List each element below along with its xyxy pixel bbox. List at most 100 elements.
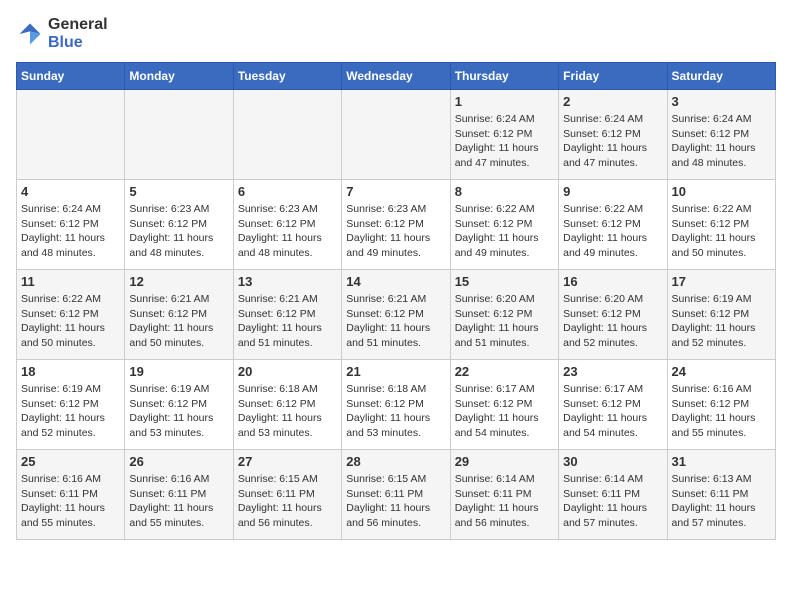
calendar-cell: 27 Sunrise: 6:15 AMSunset: 6:11 PMDayligh… bbox=[233, 450, 341, 540]
day-number: 29 bbox=[455, 454, 554, 469]
day-number: 5 bbox=[129, 184, 228, 199]
day-info: Sunrise: 6:24 AMSunset: 6:12 PMDaylight:… bbox=[672, 112, 771, 171]
day-number: 18 bbox=[21, 364, 120, 379]
page-header: General Blue bbox=[16, 16, 776, 52]
day-number: 12 bbox=[129, 274, 228, 289]
weekday-header-friday: Friday bbox=[559, 63, 667, 90]
weekday-header-sunday: Sunday bbox=[17, 63, 125, 90]
logo: General Blue bbox=[16, 16, 108, 52]
day-info: Sunrise: 6:14 AMSunset: 6:11 PMDaylight:… bbox=[563, 472, 662, 531]
calendar-week-row: 1Sunrise: 6:24 AMSunset: 6:12 PMDaylight… bbox=[17, 90, 776, 180]
day-number: 23 bbox=[563, 364, 662, 379]
calendar-cell bbox=[17, 90, 125, 180]
calendar-cell: 9 Sunrise: 6:22 AMSunset: 6:12 PMDaylight… bbox=[559, 180, 667, 270]
day-number: 30 bbox=[563, 454, 662, 469]
day-number: 3 bbox=[672, 94, 771, 109]
calendar-cell: 31Sunrise: 6:13 AMSunset: 6:11 PMDayligh… bbox=[667, 450, 775, 540]
day-number: 6 bbox=[238, 184, 337, 199]
calendar-week-row: 18 Sunrise: 6:19 AMSunset: 6:12 PMDayligh… bbox=[17, 360, 776, 450]
day-info: Sunrise: 6:21 AMSunset: 6:12 PMDaylight:… bbox=[346, 292, 445, 351]
day-info: Sunrise: 6:21 AMSunset: 6:12 PMDaylight:… bbox=[238, 292, 337, 351]
day-info: Sunrise: 6:22 AMSunset: 6:12 PMDaylight:… bbox=[563, 202, 662, 261]
calendar-week-row: 25 Sunrise: 6:16 AMSunset: 6:11 PMDayligh… bbox=[17, 450, 776, 540]
calendar-header: SundayMondayTuesdayWednesdayThursdayFrid… bbox=[17, 63, 776, 90]
calendar-cell: 7Sunrise: 6:23 AMSunset: 6:12 PMDaylight… bbox=[342, 180, 450, 270]
day-info: Sunrise: 6:16 AMSunset: 6:11 PMDaylight:… bbox=[21, 472, 120, 531]
calendar-cell: 3 Sunrise: 6:24 AMSunset: 6:12 PMDaylight… bbox=[667, 90, 775, 180]
calendar-cell: 18 Sunrise: 6:19 AMSunset: 6:12 PMDayligh… bbox=[17, 360, 125, 450]
calendar-cell: 30 Sunrise: 6:14 AMSunset: 6:11 PMDayligh… bbox=[559, 450, 667, 540]
calendar-cell: 6 Sunrise: 6:23 AMSunset: 6:12 PMDaylight… bbox=[233, 180, 341, 270]
day-info: Sunrise: 6:17 AMSunset: 6:12 PMDaylight:… bbox=[455, 382, 554, 441]
day-number: 25 bbox=[21, 454, 120, 469]
calendar-cell: 21Sunrise: 6:18 AMSunset: 6:12 PMDayligh… bbox=[342, 360, 450, 450]
day-number: 13 bbox=[238, 274, 337, 289]
weekday-header-row: SundayMondayTuesdayWednesdayThursdayFrid… bbox=[17, 63, 776, 90]
day-number: 16 bbox=[563, 274, 662, 289]
weekday-header-wednesday: Wednesday bbox=[342, 63, 450, 90]
calendar-cell: 20 Sunrise: 6:18 AMSunset: 6:12 PMDayligh… bbox=[233, 360, 341, 450]
day-number: 8 bbox=[455, 184, 554, 199]
calendar-cell: 12 Sunrise: 6:21 AMSunset: 6:12 PMDayligh… bbox=[125, 270, 233, 360]
calendar-cell: 4Sunrise: 6:24 AMSunset: 6:12 PMDaylight… bbox=[17, 180, 125, 270]
day-number: 14 bbox=[346, 274, 445, 289]
day-info: Sunrise: 6:23 AMSunset: 6:12 PMDaylight:… bbox=[129, 202, 228, 261]
day-info: Sunrise: 6:19 AMSunset: 6:12 PMDaylight:… bbox=[21, 382, 120, 441]
weekday-header-thursday: Thursday bbox=[450, 63, 558, 90]
calendar-cell: 16 Sunrise: 6:20 AMSunset: 6:12 PMDayligh… bbox=[559, 270, 667, 360]
day-info: Sunrise: 6:16 AMSunset: 6:11 PMDaylight:… bbox=[129, 472, 228, 531]
day-info: Sunrise: 6:23 AMSunset: 6:12 PMDaylight:… bbox=[238, 202, 337, 261]
calendar-cell: 26 Sunrise: 6:16 AMSunset: 6:11 PMDayligh… bbox=[125, 450, 233, 540]
calendar-cell: 8Sunrise: 6:22 AMSunset: 6:12 PMDaylight… bbox=[450, 180, 558, 270]
calendar-cell: 25 Sunrise: 6:16 AMSunset: 6:11 PMDayligh… bbox=[17, 450, 125, 540]
day-info: Sunrise: 6:17 AMSunset: 6:12 PMDaylight:… bbox=[563, 382, 662, 441]
day-info: Sunrise: 6:14 AMSunset: 6:11 PMDaylight:… bbox=[455, 472, 554, 531]
day-info: Sunrise: 6:24 AMSunset: 6:12 PMDaylight:… bbox=[455, 112, 554, 171]
day-info: Sunrise: 6:19 AMSunset: 6:12 PMDaylight:… bbox=[129, 382, 228, 441]
calendar-cell bbox=[342, 90, 450, 180]
day-info: Sunrise: 6:24 AMSunset: 6:12 PMDaylight:… bbox=[21, 202, 120, 261]
logo-text: General Blue bbox=[48, 16, 108, 52]
calendar-week-row: 4Sunrise: 6:24 AMSunset: 6:12 PMDaylight… bbox=[17, 180, 776, 270]
day-number: 19 bbox=[129, 364, 228, 379]
calendar-table: SundayMondayTuesdayWednesdayThursdayFrid… bbox=[16, 62, 776, 540]
day-info: Sunrise: 6:22 AMSunset: 6:12 PMDaylight:… bbox=[21, 292, 120, 351]
day-number: 27 bbox=[238, 454, 337, 469]
calendar-cell: 1Sunrise: 6:24 AMSunset: 6:12 PMDaylight… bbox=[450, 90, 558, 180]
calendar-cell bbox=[233, 90, 341, 180]
logo-icon bbox=[16, 20, 44, 48]
weekday-header-tuesday: Tuesday bbox=[233, 63, 341, 90]
calendar-cell: 28 Sunrise: 6:15 AMSunset: 6:11 PMDayligh… bbox=[342, 450, 450, 540]
calendar-cell: 17 Sunrise: 6:19 AMSunset: 6:12 PMDayligh… bbox=[667, 270, 775, 360]
day-info: Sunrise: 6:15 AMSunset: 6:11 PMDaylight:… bbox=[346, 472, 445, 531]
calendar-cell: 24Sunrise: 6:16 AMSunset: 6:12 PMDayligh… bbox=[667, 360, 775, 450]
day-number: 9 bbox=[563, 184, 662, 199]
calendar-cell: 22Sunrise: 6:17 AMSunset: 6:12 PMDayligh… bbox=[450, 360, 558, 450]
weekday-header-monday: Monday bbox=[125, 63, 233, 90]
calendar-cell: 10 Sunrise: 6:22 AMSunset: 6:12 PMDayligh… bbox=[667, 180, 775, 270]
calendar-cell: 13 Sunrise: 6:21 AMSunset: 6:12 PMDayligh… bbox=[233, 270, 341, 360]
day-number: 15 bbox=[455, 274, 554, 289]
day-info: Sunrise: 6:21 AMSunset: 6:12 PMDaylight:… bbox=[129, 292, 228, 351]
day-info: Sunrise: 6:22 AMSunset: 6:12 PMDaylight:… bbox=[672, 202, 771, 261]
day-number: 17 bbox=[672, 274, 771, 289]
calendar-week-row: 11 Sunrise: 6:22 AMSunset: 6:12 PMDayligh… bbox=[17, 270, 776, 360]
day-info: Sunrise: 6:15 AMSunset: 6:11 PMDaylight:… bbox=[238, 472, 337, 531]
day-number: 28 bbox=[346, 454, 445, 469]
day-info: Sunrise: 6:23 AMSunset: 6:12 PMDaylight:… bbox=[346, 202, 445, 261]
day-number: 10 bbox=[672, 184, 771, 199]
calendar-cell: 19 Sunrise: 6:19 AMSunset: 6:12 PMDayligh… bbox=[125, 360, 233, 450]
calendar-cell: 15Sunrise: 6:20 AMSunset: 6:12 PMDayligh… bbox=[450, 270, 558, 360]
calendar-cell: 29 Sunrise: 6:14 AMSunset: 6:11 PMDayligh… bbox=[450, 450, 558, 540]
calendar-cell: 14 Sunrise: 6:21 AMSunset: 6:12 PMDayligh… bbox=[342, 270, 450, 360]
day-number: 26 bbox=[129, 454, 228, 469]
day-number: 11 bbox=[21, 274, 120, 289]
day-number: 20 bbox=[238, 364, 337, 379]
calendar-cell: 11 Sunrise: 6:22 AMSunset: 6:12 PMDayligh… bbox=[17, 270, 125, 360]
day-number: 2 bbox=[563, 94, 662, 109]
day-info: Sunrise: 6:20 AMSunset: 6:12 PMDaylight:… bbox=[563, 292, 662, 351]
day-number: 21 bbox=[346, 364, 445, 379]
calendar-cell: 5 Sunrise: 6:23 AMSunset: 6:12 PMDaylight… bbox=[125, 180, 233, 270]
day-info: Sunrise: 6:18 AMSunset: 6:12 PMDaylight:… bbox=[238, 382, 337, 441]
day-info: Sunrise: 6:19 AMSunset: 6:12 PMDaylight:… bbox=[672, 292, 771, 351]
